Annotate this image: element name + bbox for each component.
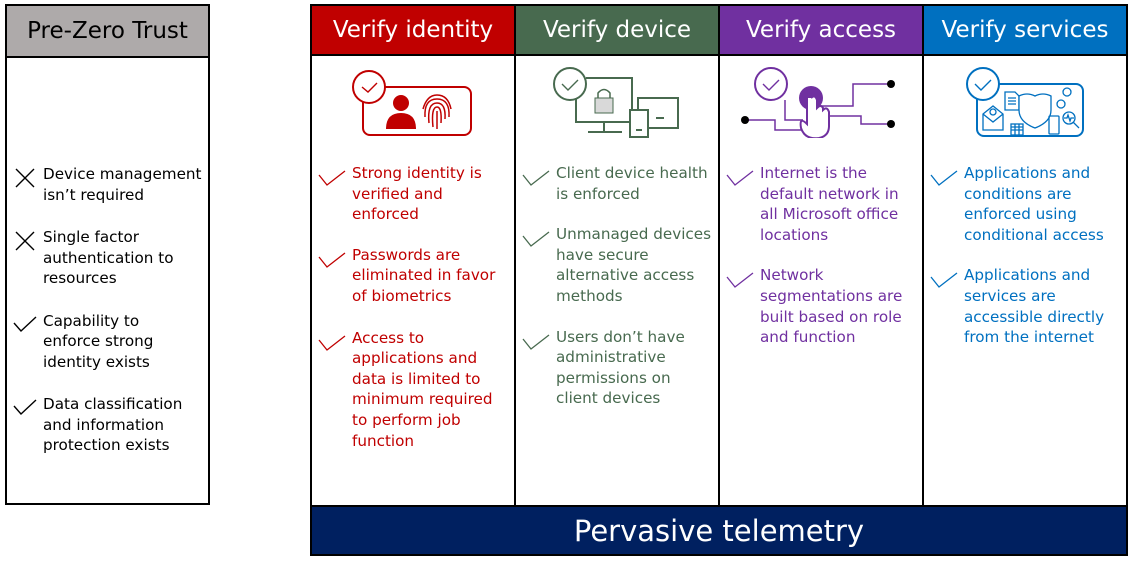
check-icon	[516, 224, 556, 248]
list-item: Device management isn’t required	[7, 164, 208, 205]
list-item: Client device health is enforced	[516, 163, 718, 204]
list-item: Unmanaged devices have secure alternativ…	[516, 224, 718, 306]
device-lock-icon	[552, 66, 682, 142]
list-item-text: Data classification and information prot…	[43, 395, 183, 454]
list-item-text: Device management isn’t required	[43, 165, 202, 204]
pillar-verify-access: Verify access Internet is the default ne…	[720, 6, 924, 505]
check-icon	[7, 394, 43, 418]
list-item: Network segmentations are built based on…	[720, 265, 922, 347]
check-icon	[312, 245, 352, 269]
check-icon	[312, 328, 352, 352]
list-item-text: Applications and services are accessible…	[964, 266, 1105, 347]
pillar-title: Verify services	[924, 6, 1126, 56]
x-icon	[7, 164, 43, 188]
list-item: Capability to enforce strong identity ex…	[7, 311, 208, 373]
list-item-text: Users don’t have administrative permissi…	[556, 327, 685, 408]
list-item: Applications and conditions are enforced…	[924, 163, 1126, 245]
list-item: Applications and services are accessible…	[924, 265, 1126, 347]
pre-zero-trust-panel: Pre-Zero Trust Device management isn’t r…	[5, 4, 210, 505]
list-item-text: Internet is the default network in all M…	[760, 164, 899, 244]
list-item-text: Applications and conditions are enforced…	[964, 164, 1104, 244]
pre-zero-trust-list: Device management isn’t required Single …	[7, 164, 208, 476]
network-touch-icon	[741, 66, 901, 142]
list-item: Strong identity is verified and enforced	[312, 163, 514, 225]
check-icon	[516, 327, 556, 351]
list-item-text: Access to applications and data is limit…	[352, 328, 493, 450]
pervasive-telemetry-banner: Pervasive telemetry	[312, 505, 1126, 554]
list-item: Single factor authentication to resource…	[7, 227, 208, 289]
list-item: Passwords are eliminated in favor of bio…	[312, 245, 514, 307]
x-icon	[7, 227, 43, 251]
list-item-text: Network segmentations are built based on…	[760, 266, 903, 347]
pillar-verify-device: Verify device Client device health is en…	[516, 6, 720, 505]
pillar-title: Verify device	[516, 6, 718, 56]
list-item: Users don’t have administrative permissi…	[516, 327, 718, 409]
pre-zero-trust-title: Pre-Zero Trust	[7, 6, 208, 58]
list-item-text: Client device health is enforced	[556, 164, 708, 203]
check-icon	[720, 163, 760, 187]
list-item-text: Strong identity is verified and enforced	[352, 164, 482, 224]
pillar-verify-identity: Verify identity Strong identity is verif…	[312, 6, 516, 505]
pillar-title: Verify access	[720, 6, 922, 56]
check-icon	[7, 311, 43, 335]
check-icon	[924, 163, 964, 187]
list-item: Access to applications and data is limit…	[312, 328, 514, 452]
check-icon	[720, 265, 760, 289]
pillar-title: Verify identity	[312, 6, 514, 56]
pillar-verify-services: Verify services Applications and conditi…	[924, 6, 1126, 505]
check-icon	[924, 265, 964, 289]
check-icon	[516, 163, 556, 187]
list-item-text: Passwords are eliminated in favor of bio…	[352, 245, 496, 305]
check-icon	[312, 163, 352, 187]
identity-fingerprint-icon	[351, 67, 475, 141]
zero-trust-grid: Verify identity Strong identity is verif…	[310, 4, 1128, 556]
services-shield-icon	[963, 66, 1087, 142]
list-item-text: Unmanaged devices have secure alternativ…	[556, 225, 712, 305]
list-item-text: Single factor authentication to resource…	[43, 228, 174, 287]
list-item: Data classification and information prot…	[7, 394, 208, 456]
list-item-text: Capability to enforce strong identity ex…	[43, 311, 154, 371]
list-item: Internet is the default network in all M…	[720, 163, 922, 245]
